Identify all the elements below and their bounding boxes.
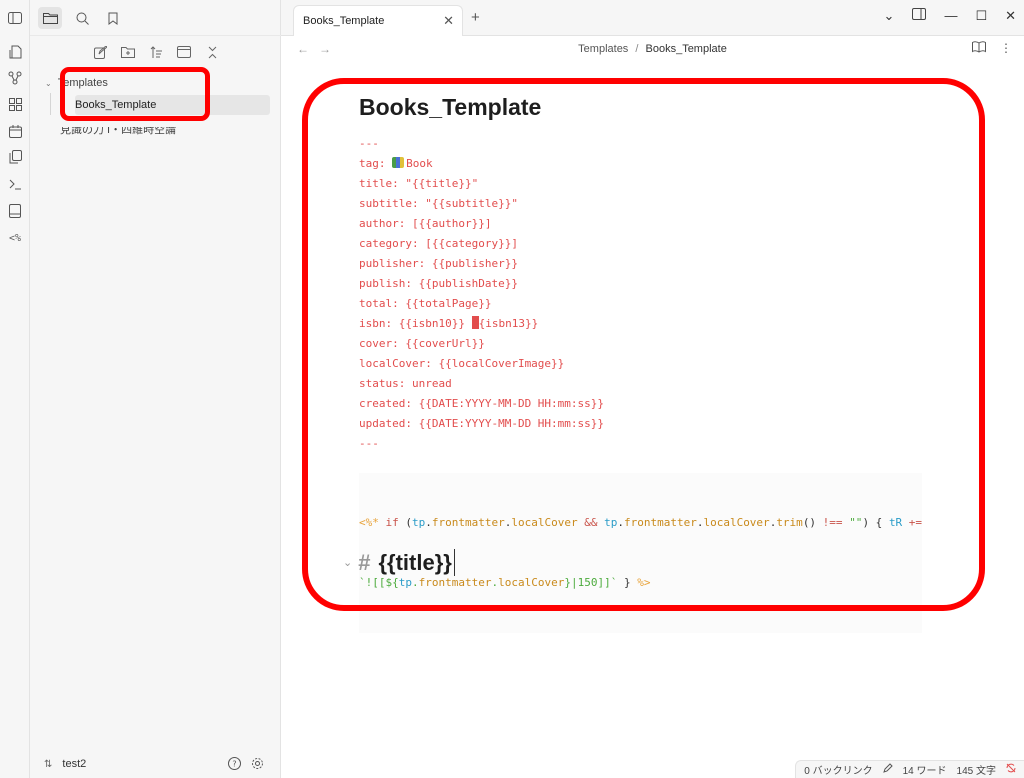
chevron-down-icon: ⌄: [45, 78, 52, 88]
highlight-box-editor: [302, 78, 985, 611]
svg-text:?: ?: [232, 760, 236, 769]
editor-area: Books_Template ✕ + ⌄ — ☐ ✕ ← → Templates…: [281, 0, 1024, 778]
backlinks-count[interactable]: 0 バックリンク: [804, 762, 872, 777]
new-folder-icon[interactable]: [118, 42, 138, 62]
vault-switch-icon: ⇅: [44, 758, 53, 770]
new-tab-plus-icon[interactable]: +: [471, 9, 480, 26]
canvas-icon[interactable]: [5, 94, 25, 114]
tab-bar: Books_Template ✕ + ⌄ — ☐ ✕: [281, 0, 1024, 36]
sidebar-header: [30, 0, 281, 36]
file-actions-toolbar: [90, 42, 222, 62]
right-sidebar-toggle-icon[interactable]: [912, 8, 927, 24]
view-header: ← → Templates / Books_Template ⋮: [281, 37, 1024, 63]
templater-icon[interactable]: <%: [5, 228, 25, 248]
breadcrumb: Templates / Books_Template: [281, 43, 1024, 55]
tree-indent-guide: [50, 93, 51, 115]
file-label-other: 見識の力 I・四維時空論: [60, 124, 177, 136]
breadcrumb-file[interactable]: Books_Template: [646, 43, 727, 55]
bookmark-icon[interactable]: [101, 7, 125, 29]
vault-actions: ?: [228, 757, 264, 773]
sort-icon[interactable]: [146, 42, 166, 62]
templates-icon[interactable]: [5, 147, 25, 167]
window-controls: ⌄ — ☐ ✕: [884, 8, 1016, 24]
new-note-icon[interactable]: [90, 42, 110, 62]
search-icon[interactable]: [70, 7, 94, 29]
sync-status-icon[interactable]: [1006, 763, 1016, 776]
files-tab-folder-icon[interactable]: [38, 7, 62, 29]
status-bar: 0 バックリンク 14 ワード 145 文字: [795, 760, 1024, 778]
help-icon[interactable]: ?: [228, 757, 241, 773]
daily-note-icon[interactable]: [5, 121, 25, 141]
highlight-box-sidebar: [60, 67, 210, 121]
word-count: 14 ワード: [902, 766, 947, 777]
vault-name: test2: [62, 758, 87, 770]
tab-books-template[interactable]: Books_Template ✕: [293, 5, 463, 36]
chevron-down-icon[interactable]: ⌄: [884, 8, 895, 24]
book-icon[interactable]: [5, 201, 25, 221]
collapse-all-icon[interactable]: [202, 42, 222, 62]
auto-reveal-icon[interactable]: [174, 42, 194, 62]
more-options-icon[interactable]: ⋮: [1000, 41, 1012, 56]
command-palette-icon[interactable]: [5, 174, 25, 194]
breadcrumb-folder[interactable]: Templates: [578, 43, 628, 55]
close-icon[interactable]: ✕: [443, 13, 454, 29]
file-explorer-sidebar: ⌄ Templates Books_Template 見識の力 I・四維時空論 …: [30, 0, 281, 778]
sidebar-toggle-icon[interactable]: [5, 8, 25, 28]
edit-pencil-icon[interactable]: [882, 763, 893, 776]
open-quick-switcher-icon[interactable]: [5, 42, 25, 62]
reading-view-book-icon[interactable]: [972, 41, 986, 56]
vault-switcher[interactable]: ⇅ test2: [44, 758, 86, 770]
left-ribbon: <%: [0, 0, 30, 778]
settings-gear-icon[interactable]: [251, 757, 264, 773]
breadcrumb-separator: /: [635, 43, 639, 55]
minimize-icon[interactable]: —: [944, 8, 957, 24]
view-actions: ⋮: [972, 41, 1012, 56]
file-other-note[interactable]: 見識の力 I・四維時空論: [60, 124, 177, 137]
tab-title: Books_Template: [303, 15, 385, 27]
maximize-icon[interactable]: ☐: [975, 8, 987, 24]
close-window-icon[interactable]: ✕: [1005, 8, 1016, 24]
graph-view-icon[interactable]: [5, 68, 25, 88]
char-count: 145 文字: [956, 766, 996, 777]
